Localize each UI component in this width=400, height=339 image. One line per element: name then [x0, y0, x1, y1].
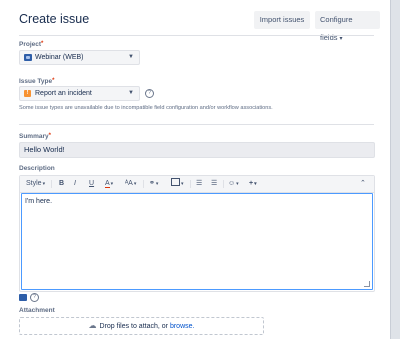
chevron-down-icon: ▾ — [133, 181, 137, 187]
summary-input[interactable]: Hello World! — [19, 142, 375, 158]
help-icon[interactable]: ? — [145, 89, 154, 98]
backdrop — [390, 0, 400, 339]
description-editor: Style▾ B I U A▾ ᴬA▾ ⚭▾ ▾ ☰ ☰ ☺▾ +▾ ⌃ I'm… — [19, 175, 375, 292]
issue-type-label-text: Issue Type — [19, 78, 53, 85]
numbered-list-button[interactable]: ☰ — [211, 176, 217, 192]
link-button[interactable]: ⚭▾ — [149, 176, 158, 192]
editor-toolbar: Style▾ B I U A▾ ᴬA▾ ⚭▾ ▾ ☰ ☰ ☺▾ +▾ ⌃ — [20, 176, 374, 193]
help-icon[interactable]: ? — [30, 293, 39, 302]
link-icon: ⚭ — [149, 180, 155, 187]
browse-link[interactable]: browse. — [170, 323, 195, 330]
toolbar-divider — [51, 180, 52, 188]
toolbar-divider — [223, 180, 224, 188]
numbered-list-icon: ☰ — [211, 180, 218, 187]
issue-type-label: Issue Type* — [19, 78, 54, 85]
cloud-upload-icon: ☁ — [88, 321, 97, 330]
wiki-markup-icon[interactable] — [19, 294, 27, 301]
chevron-down-icon: ▾ — [181, 181, 184, 187]
chevron-down-icon: ▾ — [42, 181, 46, 187]
issue-type-value: Report an incident — [35, 90, 92, 97]
text-size-icon: ᴬA — [125, 180, 133, 187]
toolbar-divider — [190, 180, 191, 188]
project-label: Project* — [19, 41, 43, 48]
style-label: Style — [26, 180, 42, 187]
emoji-icon: ☺ — [228, 180, 236, 187]
insert-image-button[interactable]: ▾ — [171, 176, 184, 192]
chevron-down-icon: ▾ — [254, 181, 257, 187]
plus-icon: + — [249, 180, 254, 187]
project-value: Webinar (WEB) — [35, 54, 84, 61]
chevron-down-icon: ▼ — [128, 90, 134, 96]
issue-type-select[interactable]: ! Report an incident ▼ — [19, 86, 140, 101]
project-label-text: Project — [19, 41, 42, 48]
bold-button[interactable]: B — [59, 176, 64, 192]
emoji-button[interactable]: ☺▾ — [228, 176, 239, 192]
collapse-icon: ⌃ — [360, 180, 366, 187]
text-size-button[interactable]: ᴬA▾ — [125, 176, 136, 192]
description-label: Description — [19, 165, 55, 172]
attachment-label: Attachment — [19, 307, 55, 314]
summary-label: Summary* — [19, 133, 51, 140]
attachment-drop-zone[interactable]: ☁ Drop files to attach, or browse. — [19, 317, 264, 335]
project-select[interactable]: Webinar (WEB) ▼ — [19, 50, 140, 65]
description-text: I'm here. — [25, 198, 53, 205]
import-issues-button[interactable]: Import issues — [254, 11, 310, 29]
project-icon — [24, 54, 32, 61]
create-issue-dialog: Create issue Import issues Configure fie… — [0, 0, 391, 339]
issue-type-note: Some issue types are unavailable due to … — [19, 105, 273, 111]
bullet-list-button[interactable]: ☰ — [196, 176, 202, 192]
chevron-down-icon: ▾ — [155, 181, 159, 187]
drop-text: Drop files to attach, or — [99, 323, 168, 330]
resize-handle-icon[interactable] — [364, 281, 370, 287]
dialog-title: Create issue — [19, 12, 90, 26]
text-color-button[interactable]: A▾ — [105, 176, 113, 192]
text-color-icon: A — [105, 180, 110, 188]
italic-button[interactable]: I — [74, 176, 76, 192]
toolbar-divider — [143, 180, 144, 188]
configure-fields-button[interactable]: Configure fields ▾ — [315, 11, 380, 42]
bullet-list-icon: ☰ — [196, 180, 203, 187]
configure-fields-label: Configure fields — [320, 15, 353, 42]
collapse-toolbar-button[interactable]: ⌃ — [360, 176, 366, 192]
header-divider — [19, 35, 374, 36]
insert-more-button[interactable]: +▾ — [249, 176, 257, 192]
description-textarea[interactable]: I'm here. — [21, 193, 373, 290]
summary-label-text: Summary — [19, 133, 49, 140]
style-dropdown[interactable]: Style▾ — [26, 176, 45, 192]
underline-button[interactable]: U — [89, 176, 94, 192]
dialog-header: Create issue Import issues Configure fie… — [19, 11, 380, 42]
required-marker: * — [52, 78, 55, 84]
chevron-down-icon: ▾ — [236, 181, 239, 187]
section-divider — [19, 124, 374, 125]
image-icon — [171, 178, 180, 186]
required-marker: * — [41, 41, 44, 47]
chevron-down-icon: ▼ — [128, 54, 134, 60]
chevron-down-icon: ▾ — [110, 181, 114, 187]
incident-icon: ! — [24, 90, 31, 97]
required-marker: * — [48, 133, 51, 139]
chevron-down-icon: ▾ — [339, 36, 343, 42]
